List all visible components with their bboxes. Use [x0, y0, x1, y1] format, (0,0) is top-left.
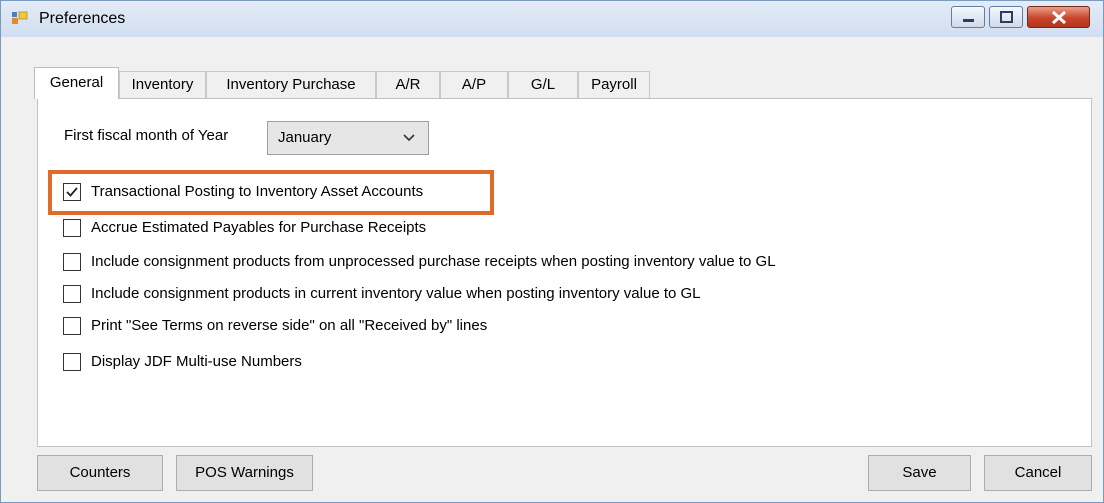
checkbox-unchecked[interactable] — [63, 317, 81, 335]
tab-inventory-purchase[interactable]: Inventory Purchase — [206, 71, 376, 98]
checkbox-unchecked[interactable] — [63, 285, 81, 303]
maximize-icon — [1000, 11, 1013, 23]
checkbox-unchecked[interactable] — [63, 219, 81, 237]
tab-payroll[interactable]: Payroll — [578, 71, 650, 98]
checkbox-unchecked[interactable] — [63, 353, 81, 371]
preferences-app-icon — [11, 10, 29, 26]
fiscal-month-value: January — [278, 129, 332, 146]
option-label: Include consignment products in current … — [91, 285, 701, 302]
close-icon — [1051, 10, 1067, 25]
title-bar: Preferences — [1, 1, 1103, 37]
minimize-icon — [963, 19, 974, 22]
fiscal-month-label: First fiscal month of Year — [64, 127, 229, 144]
tab-gl[interactable]: G/L — [508, 71, 578, 98]
counters-button[interactable]: Counters — [37, 455, 163, 491]
save-button[interactable]: Save — [868, 455, 971, 491]
chevron-down-icon — [403, 134, 415, 142]
option-label: Print "See Terms on reverse side" on all… — [91, 317, 488, 334]
minimize-button[interactable] — [951, 6, 985, 28]
close-button[interactable] — [1027, 6, 1090, 28]
window-title: Preferences — [39, 10, 126, 27]
option-label: Accrue Estimated Payables for Purchase R… — [91, 219, 427, 236]
fiscal-month-select[interactable]: January — [267, 121, 429, 155]
checkbox-unchecked[interactable] — [63, 253, 81, 271]
tab-ar[interactable]: A/R — [376, 71, 440, 98]
option-label: Transactional Posting to Inventory Asset… — [91, 183, 424, 200]
tab-general[interactable]: General — [34, 67, 119, 99]
checkmark-icon — [66, 187, 78, 197]
general-tab-panel — [37, 98, 1092, 447]
checkbox-checked[interactable] — [63, 183, 81, 201]
maximize-button[interactable] — [989, 6, 1023, 28]
tab-inventory[interactable]: Inventory — [119, 71, 206, 98]
tab-ap[interactable]: A/P — [440, 71, 508, 98]
option-label: Display JDF Multi-use Numbers — [91, 353, 302, 370]
pos-warnings-button[interactable]: POS Warnings — [176, 455, 313, 491]
option-label: Include consignment products from unproc… — [91, 253, 776, 270]
cancel-button[interactable]: Cancel — [984, 455, 1092, 491]
preferences-window: Preferences General Inventory Inventory … — [0, 0, 1104, 503]
